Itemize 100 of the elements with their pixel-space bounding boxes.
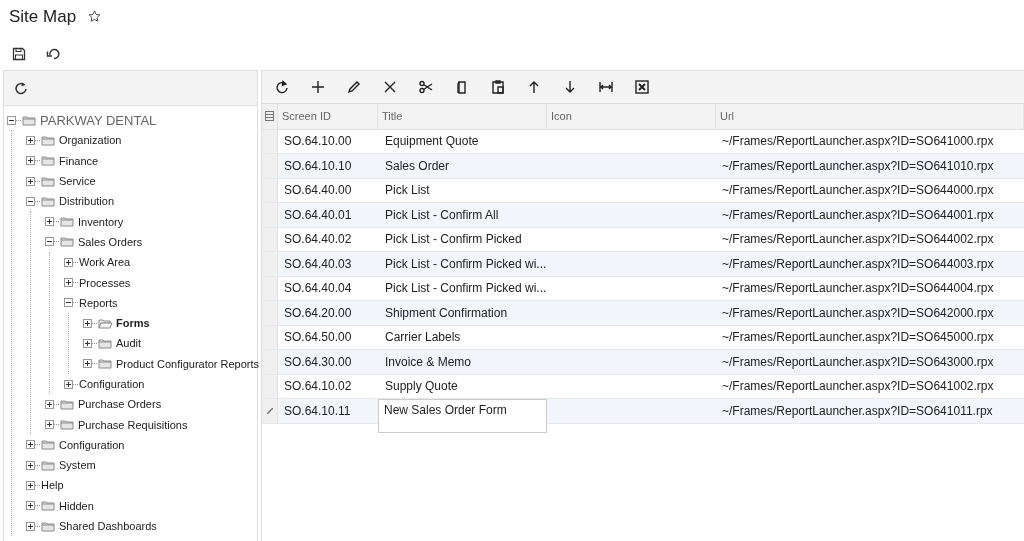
table-cell-text: SO.64.40.00	[283, 182, 353, 200]
tree-item[interactable]: Service	[59, 175, 96, 188]
table-cell-text: ~/Frames/ReportLauncher.aspx?ID=SO641011.rpx	[721, 402, 994, 420]
refresh-icon	[14, 81, 28, 95]
expand-toggle[interactable]	[64, 379, 73, 389]
expand-toggle[interactable]	[45, 399, 54, 409]
expand-toggle[interactable]	[26, 460, 35, 470]
table-cell-text: Shipment Confirmation	[384, 304, 509, 322]
tree-item[interactable]: Help	[41, 479, 64, 492]
table-cell-text: SO.64.10.10	[283, 157, 353, 175]
tree-item[interactable]: Product Configurator Reports	[116, 357, 260, 370]
tree-item[interactable]: Inventory	[78, 215, 124, 228]
tree-item[interactable]: Work Area	[79, 256, 131, 269]
tree-item[interactable]: Audit	[116, 337, 142, 350]
tree-item[interactable]: Distribution	[59, 195, 115, 208]
expand-toggle[interactable]	[26, 176, 35, 186]
tree-item[interactable]: Shared Dashboards	[59, 520, 157, 533]
collapse-toggle[interactable]	[45, 237, 54, 247]
open-folder-icon	[98, 317, 113, 329]
excel-button[interactable]	[634, 79, 650, 95]
table-cell-text: SO.64.10.11	[283, 402, 352, 420]
collapse-toggle[interactable]	[26, 196, 35, 206]
table-cell-text: Carrier Labels	[384, 329, 462, 347]
folder-icon	[41, 500, 56, 512]
table-cell-text: Supply Quote	[384, 378, 459, 396]
table-cell-text: Pick List - Confirm Picked wi...	[384, 280, 547, 298]
folder-icon	[60, 216, 75, 228]
tree-item[interactable]: Purchase Requisitions	[78, 418, 188, 431]
refresh-button[interactable]	[274, 79, 290, 95]
table-cell-text: Pick List - Confirm Picked wi...	[384, 255, 547, 273]
expand-toggle[interactable]	[26, 481, 35, 490]
tree-item[interactable]: Hidden	[59, 499, 94, 512]
table-cell-text: SO.64.10.02	[283, 378, 353, 396]
folder-icon	[41, 520, 56, 532]
undo-icon	[46, 47, 60, 61]
table-cell-text: ~/Frames/ReportLauncher.aspx?ID=SO641002.rpx	[721, 378, 995, 396]
table-cell-text: ~/Frames/ReportLauncher.aspx?ID=SO644003.rpx	[721, 255, 995, 273]
expand-toggle[interactable]	[64, 257, 73, 267]
fit-width-button[interactable]	[598, 79, 614, 95]
add-button[interactable]	[310, 79, 326, 95]
folder-icon	[60, 398, 75, 410]
expand-toggle[interactable]	[45, 217, 54, 227]
tree-item[interactable]: Processes	[79, 276, 131, 289]
table-cell-text: SO.64.40.03	[283, 255, 353, 273]
refresh-icon	[274, 79, 290, 95]
column-header[interactable]: Icon	[547, 104, 716, 129]
tree-item[interactable]: Forms	[116, 317, 150, 330]
table-cell-text: SO.64.50.00	[283, 329, 353, 347]
add-icon	[310, 79, 326, 95]
paste-button[interactable]	[490, 79, 506, 95]
folder-icon	[22, 114, 37, 126]
page-title: Site Map	[9, 6, 77, 27]
tree-item[interactable]: PARKWAY DENTAL	[40, 112, 157, 128]
expand-toggle[interactable]	[83, 318, 92, 328]
expand-toggle[interactable]	[26, 135, 35, 145]
table-cell-text: Pick List - Confirm All	[384, 206, 500, 224]
column-header[interactable]: Url	[716, 104, 1024, 129]
star-icon[interactable]	[88, 10, 102, 23]
tree-item[interactable]: Configuration	[79, 378, 145, 390]
table-cell-text: Sales Order	[384, 157, 451, 175]
expand-toggle[interactable]	[64, 278, 73, 287]
title-input[interactable]: New Sales Order Form	[378, 399, 547, 433]
expand-toggle[interactable]	[26, 440, 35, 450]
expand-toggle[interactable]	[83, 359, 92, 369]
table-cell-text: Pick List - Confirm Picked	[384, 231, 523, 249]
table-cell-text: SO.64.40.04	[283, 280, 353, 298]
delete-button[interactable]	[382, 79, 398, 95]
column-settings-icon[interactable]	[265, 111, 274, 122]
table-cell-text: ~/Frames/ReportLauncher.aspx?ID=SO641000.rpx	[721, 133, 995, 151]
tree-item[interactable]: System	[59, 459, 96, 472]
expand-toggle[interactable]	[26, 501, 35, 511]
folder-icon	[60, 236, 75, 248]
column-header[interactable]: Screen ID	[278, 104, 378, 129]
collapse-toggle[interactable]	[7, 115, 16, 125]
collapse-toggle[interactable]	[64, 298, 73, 308]
fit-width-icon	[598, 79, 614, 95]
tree-item[interactable]: Purchase Orders	[78, 398, 162, 411]
close-icon	[382, 79, 398, 95]
tree-item[interactable]: Finance	[59, 154, 99, 167]
table-cell-text: Pick List	[384, 182, 431, 200]
expand-toggle[interactable]	[45, 420, 54, 430]
folder-icon	[60, 419, 75, 431]
refresh-button[interactable]	[14, 81, 28, 95]
tree-item[interactable]: Sales Orders	[78, 235, 143, 248]
tree-item[interactable]: Configuration	[59, 438, 125, 451]
folder-icon	[98, 358, 113, 370]
pencil-button[interactable]	[346, 79, 362, 95]
expand-toggle[interactable]	[26, 521, 35, 531]
table-cell-text: SO.64.10.00	[283, 133, 353, 151]
expand-toggle[interactable]	[26, 156, 35, 166]
tree-item[interactable]: Organization	[59, 134, 122, 147]
tree-item[interactable]: Reports	[79, 296, 118, 309]
folder-icon	[41, 439, 56, 451]
column-header[interactable]: Title	[378, 104, 547, 129]
folder-icon	[98, 337, 113, 349]
table-cell-text: ~/Frames/ReportLauncher.aspx?ID=SO642000.rpx	[721, 304, 995, 322]
expand-toggle[interactable]	[83, 338, 92, 348]
folder-icon	[41, 134, 56, 146]
scissors-button[interactable]	[418, 79, 434, 95]
table-cell-text: Equipment Quote	[384, 133, 480, 151]
